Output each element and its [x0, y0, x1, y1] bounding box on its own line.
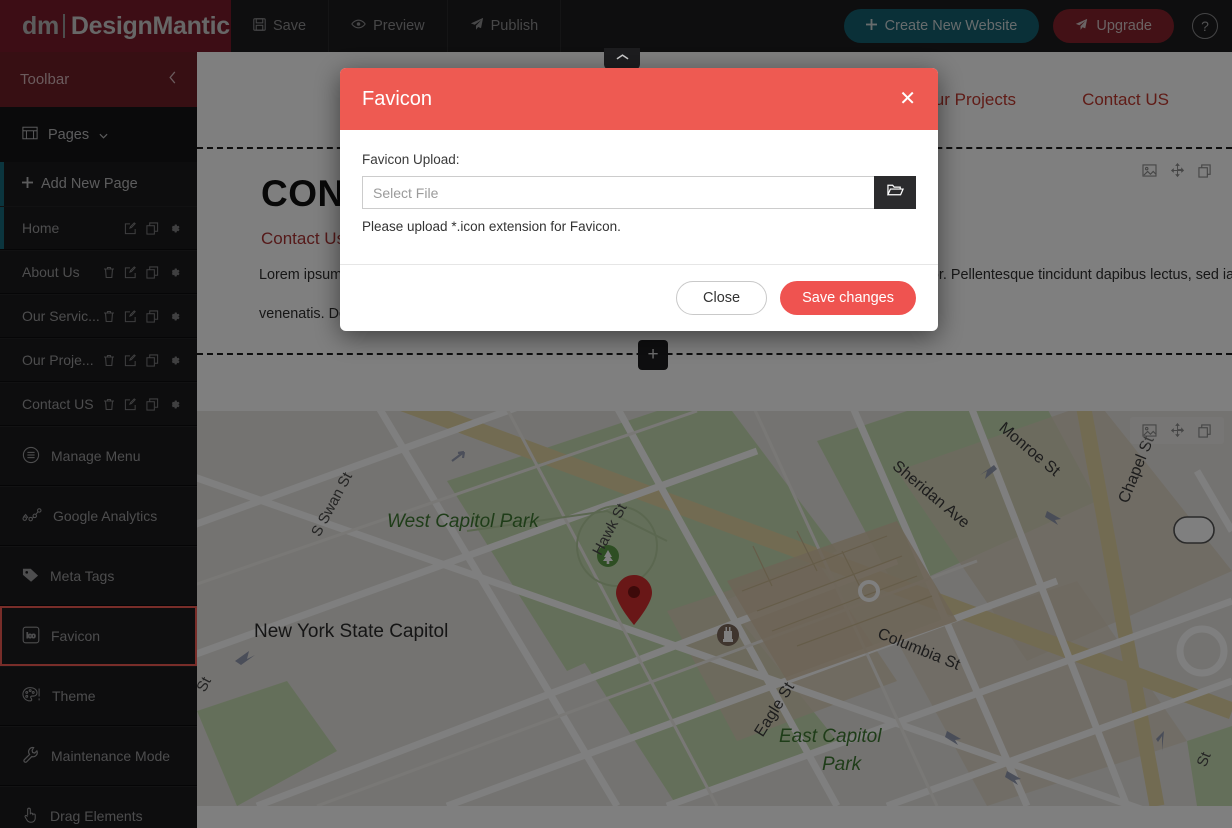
close-icon[interactable]: ✕ — [899, 89, 916, 109]
modal-footer: Close Save changes — [340, 264, 938, 331]
favicon-upload-row — [362, 176, 916, 209]
modal-header: Favicon ✕ — [340, 68, 938, 130]
favicon-file-input[interactable] — [362, 176, 874, 209]
collapse-tab[interactable] — [604, 48, 640, 70]
favicon-modal: Favicon ✕ Favicon Upload: Please upload … — [340, 68, 938, 331]
modal-body: Favicon Upload: Please upload *.icon ext… — [340, 130, 938, 264]
modal-title: Favicon — [362, 88, 432, 111]
favicon-upload-hint: Please upload *.icon extension for Favic… — [362, 219, 916, 234]
save-changes-button[interactable]: Save changes — [780, 281, 916, 315]
folder-open-icon — [887, 183, 904, 202]
app-root: dm DesignMantic Save Preview — [0, 0, 1232, 828]
browse-file-button[interactable] — [874, 176, 916, 209]
favicon-upload-label: Favicon Upload: — [362, 152, 916, 167]
close-button[interactable]: Close — [676, 281, 767, 315]
